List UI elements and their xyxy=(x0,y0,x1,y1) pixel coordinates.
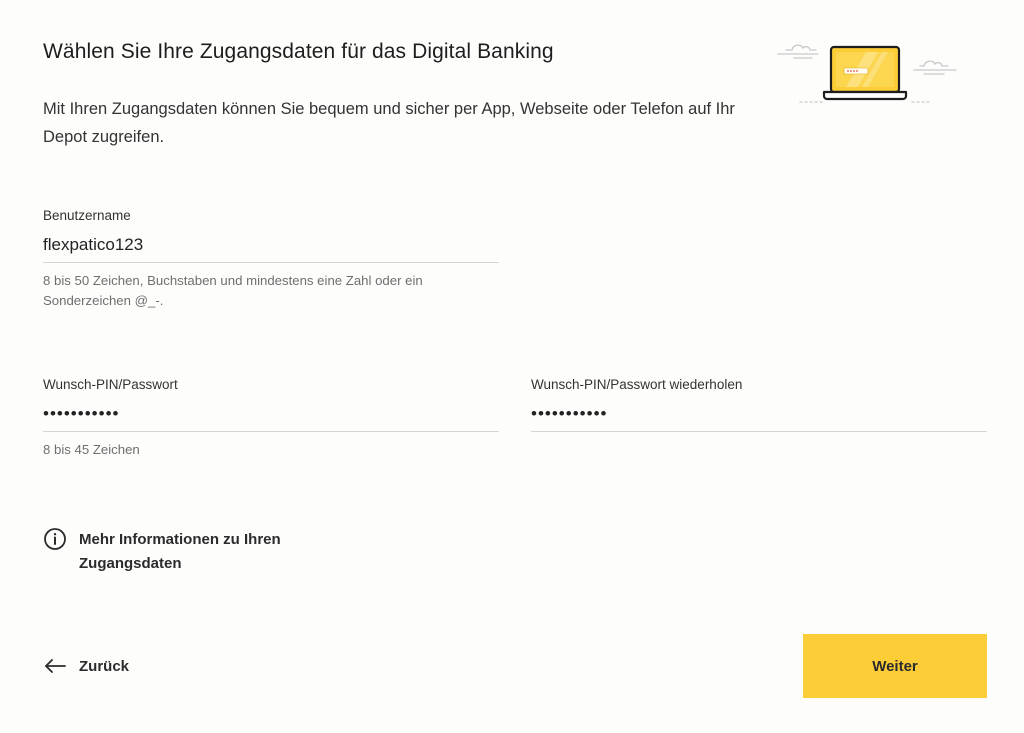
next-button[interactable]: Weiter xyxy=(803,634,987,698)
password-repeat-input[interactable] xyxy=(531,404,987,432)
password-field: Wunsch-PIN/Passwort 8 bis 45 Zeichen xyxy=(43,377,499,460)
username-field: Benutzername 8 bis 50 Zeichen, Buchstabe… xyxy=(43,208,499,311)
arrow-left-icon xyxy=(45,659,66,673)
more-info-label: Mehr Informationen zu Ihren Zugangsdaten xyxy=(79,531,281,572)
password-input[interactable] xyxy=(43,404,499,432)
back-button[interactable]: Zurück xyxy=(43,654,129,678)
username-input[interactable] xyxy=(43,235,499,263)
back-label: Zurück xyxy=(79,657,130,675)
password-repeat-label: Wunsch-PIN/Passwort wiederholen xyxy=(531,377,743,392)
password-hint: 8 bis 45 Zeichen xyxy=(43,442,140,457)
password-repeat-field: Wunsch-PIN/Passwort wiederholen xyxy=(531,377,987,432)
password-label: Wunsch-PIN/Passwort xyxy=(43,377,178,392)
username-label: Benutzername xyxy=(43,208,131,223)
laptop-illustration xyxy=(777,44,957,103)
more-info-link[interactable]: Mehr Informationen zu Ihren Zugangsdaten xyxy=(43,528,309,576)
username-hint: 8 bis 50 Zeichen, Buchstaben und mindest… xyxy=(43,273,423,308)
info-icon xyxy=(44,528,66,550)
page-intro: Mit Ihren Zugangsdaten können Sie bequem… xyxy=(43,100,735,146)
page-title: Wählen Sie Ihre Zugangsdaten für das Dig… xyxy=(43,40,554,63)
